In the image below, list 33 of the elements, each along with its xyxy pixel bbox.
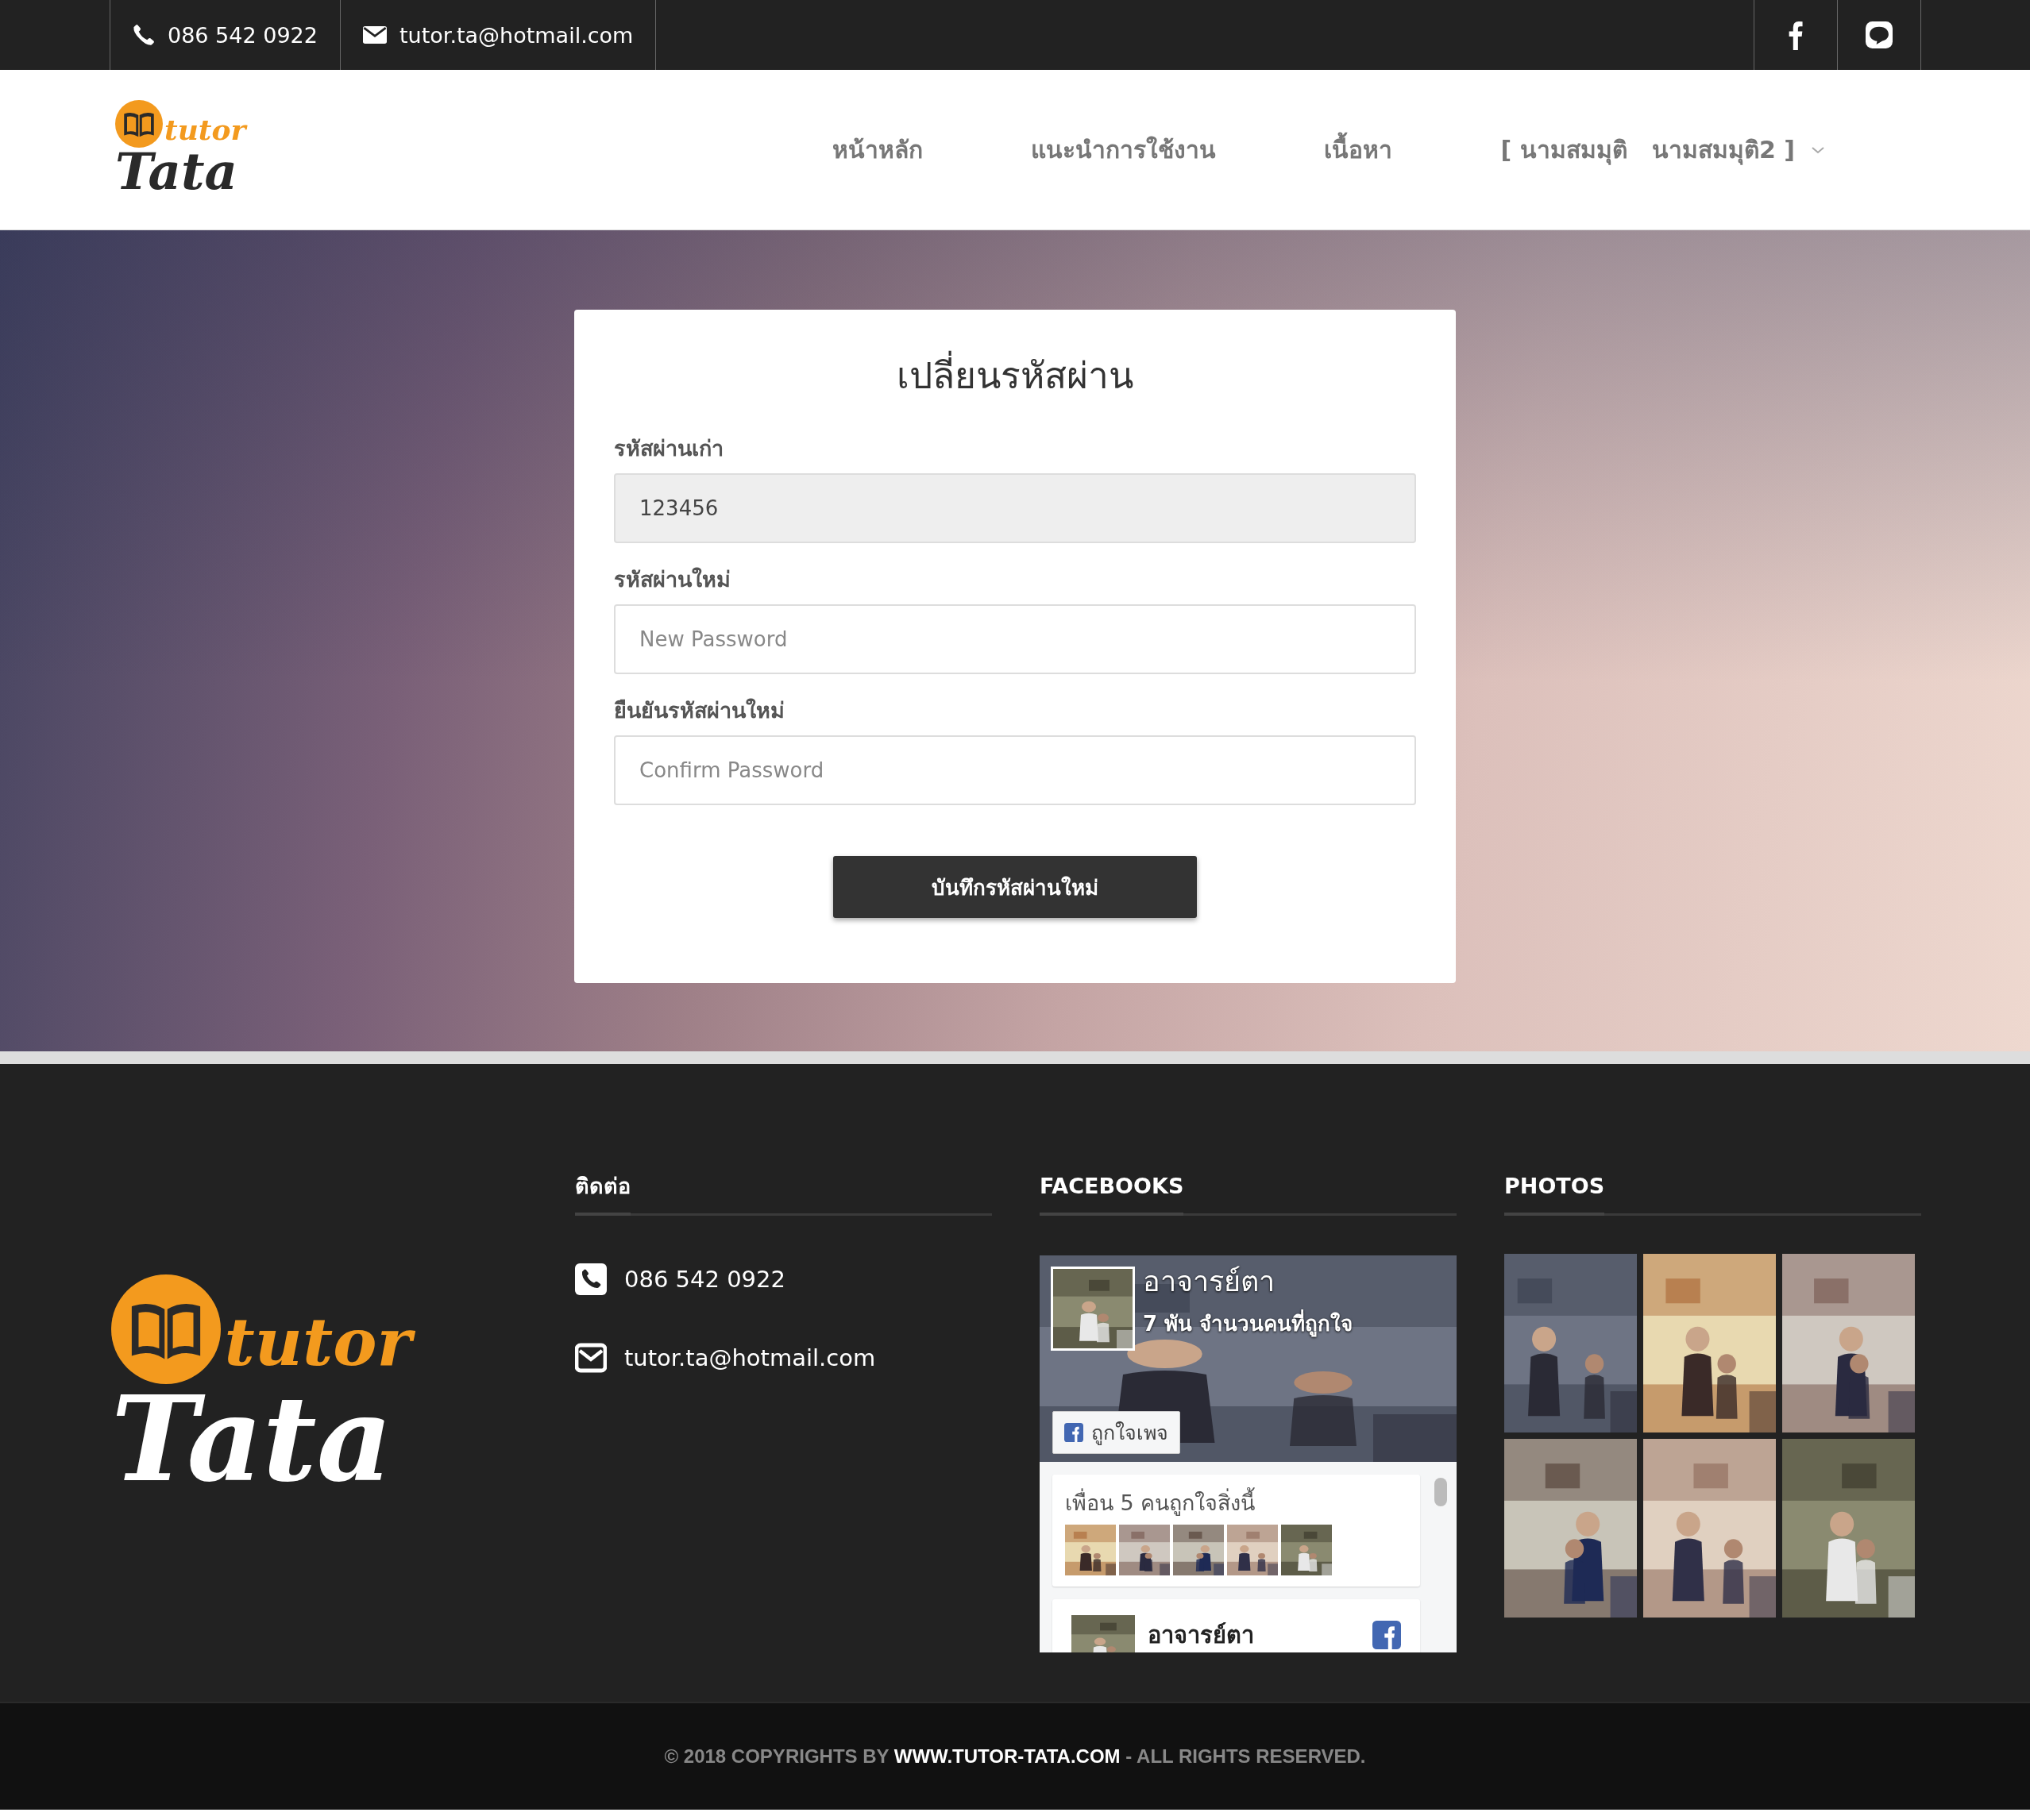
field-label: ยืนยันรหัสผ่านใหม่: [614, 697, 785, 724]
field-label: รหัสผ่านใหม่: [614, 566, 731, 593]
site-link[interactable]: WWW.TUTOR-TATA.COM: [893, 1745, 1121, 1767]
caret-icon: [1811, 145, 1825, 155]
facebook-icon: [1372, 1620, 1401, 1649]
chat-bubble-icon[interactable]: [1866, 21, 1893, 48]
phone-icon: [575, 1263, 607, 1295]
copyright-text: © 2018 COPYRIGHTS BY WWW.TUTOR-TATA.COM - ALL RIGHTS RESERVED.: [664, 1745, 1366, 1768]
input-field[interactable]: Confirm Password: [614, 735, 1416, 805]
input-field[interactable]: New Password: [614, 604, 1416, 674]
nav-link[interactable]: เนื้อหา: [1270, 131, 1447, 168]
nav-link[interactable]: หน้าหลัก: [778, 131, 978, 168]
phone-icon: [133, 24, 155, 46]
footer-heading: FACEBOOKS: [1040, 1171, 1184, 1216]
post-author[interactable]: อาจารย์ตา: [1148, 1616, 1360, 1652]
friends-text: เพื่อน 5 คนถูกใจสิ่งนี้: [1065, 1485, 1407, 1520]
envelope-icon: [362, 26, 387, 44]
field-label: รหัสผ่านเก่า: [614, 435, 724, 462]
email-address: tutor.ta@hotmail.com: [399, 22, 634, 48]
footer-heading: PHOTOS: [1504, 1171, 1605, 1216]
book-logo-icon: [111, 1274, 221, 1384]
form-title: เปลี่ยนรหัสผ่าน: [614, 346, 1416, 404]
facebook-icon[interactable]: [1788, 20, 1804, 50]
phone-number: 086 542 0922: [168, 22, 318, 48]
phone-number: 086 542 0922: [624, 1265, 785, 1293]
save-button[interactable]: บันทึกรหัสผ่านใหม่: [833, 856, 1197, 918]
email-address: tutor.ta@hotmail.com: [624, 1344, 876, 1371]
nav-link[interactable]: [ นามสมมุติ นามสมมุติ2 ]: [1446, 131, 1879, 168]
footer-heading: ติดต่อ: [575, 1171, 631, 1216]
envelope-icon: [575, 1342, 607, 1373]
nav-link[interactable]: แนะนำการใช้งาน: [977, 131, 1271, 168]
scrollbar-thumb[interactable]: [1434, 1477, 1447, 1506]
book-logo-icon: [115, 100, 163, 148]
